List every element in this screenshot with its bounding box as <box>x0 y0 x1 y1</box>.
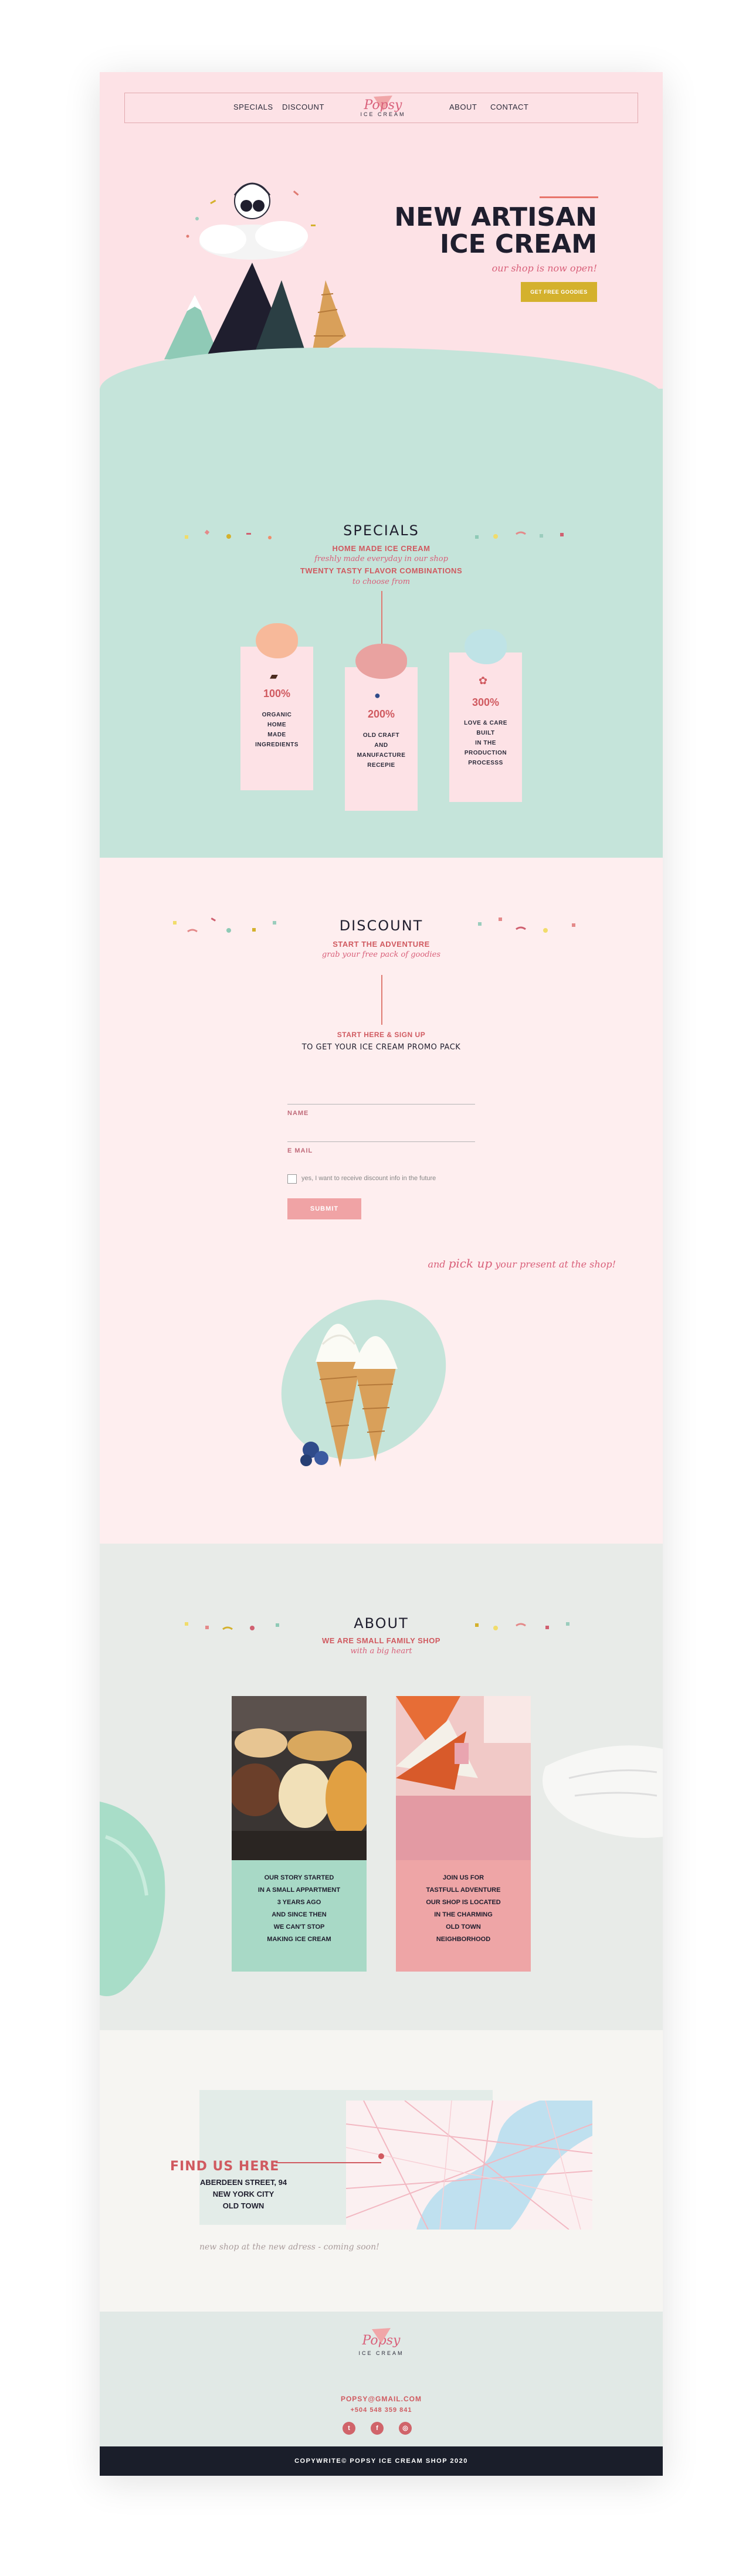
hero-title-line1: NEW ARTISAN <box>394 202 597 232</box>
discount-subtitle-script: grab your free pack of goodies <box>321 950 441 959</box>
hero-section: SPECIALS DISCOUNT ABOUT CONTACT Popsy IC… <box>100 72 663 418</box>
signup-subtitle: TO GET YOUR ICE CREAM PROMO PACK <box>301 1043 461 1052</box>
discount-section: DISCOUNT START THE ADVENTURE grab your f… <box>100 858 663 1544</box>
about-story-text: OUR STORY STARTED IN A SMALL APPARTMENT … <box>232 1860 367 1972</box>
city-map[interactable] <box>346 2101 592 2230</box>
about-card-join: JOIN US FOR TASTFULL ADVENTURE OUR SHOP … <box>396 1696 531 1972</box>
about-section: ABOUT WE ARE SMALL FAMILY SHOP with a bi… <box>100 1544 663 2030</box>
special-card-3: ✿ 300% LOVE & CARE BUILT IN THE PRODUCTI… <box>449 629 522 802</box>
scoop-strawberry <box>355 644 407 679</box>
blueberry-icon: ● <box>374 689 381 701</box>
pickup-note: and pick up your present at the shop! <box>428 1256 616 1270</box>
gelato-display-photo <box>232 1696 367 1860</box>
brand-name: Popsy <box>364 98 402 113</box>
specials-subtitle-script: freshly made everyday in our shop <box>314 555 448 563</box>
scoop-mint <box>465 629 507 664</box>
footer: Popsy ICE CREAM POPSY@GMAIL.COM +504 548… <box>100 2312 663 2446</box>
copyright-bar: COPYWRITE© POPSY ICE CREAM SHOP 2020 <box>100 2446 663 2476</box>
special-card-2: ● 200% OLD CRAFT AND MANUFACTURE RECEPIE <box>345 644 418 811</box>
mint-paint-swash <box>100 1802 165 1996</box>
specials-divider-line <box>381 591 382 644</box>
footer-logo[interactable]: Popsy ICE CREAM <box>355 2323 408 2356</box>
hero-illustration <box>164 182 346 359</box>
white-paint-swash <box>543 1745 663 1838</box>
special-pct-2: 200% <box>367 708 395 720</box>
checkbox-label: yes, I want to receive discount info in … <box>301 1175 436 1182</box>
hero-tagline: our shop is now open! <box>491 263 597 274</box>
specials-subtitle-red: HOME MADE ICE CREAM <box>332 544 430 553</box>
specials-subtitle2-script: to choose from <box>352 577 411 586</box>
about-join-text: JOIN US FOR TASTFULL ADVENTURE OUR SHOP … <box>396 1860 531 1972</box>
footer-email[interactable]: POPSY@GMAIL.COM <box>100 2395 663 2403</box>
shop-interior-photo <box>396 1696 531 1860</box>
special-text-1: ORGANIC HOME MADE INGREDIENTS <box>255 712 299 748</box>
hero-accent-line <box>540 196 598 198</box>
logo-cone-icon <box>372 2328 391 2343</box>
signup-title: START HERE & SIGN UP <box>337 1031 426 1039</box>
hero-title: NEW ARTISAN ICE CREAM <box>393 204 597 258</box>
about-card-story: OUR STORY STARTED IN A SMALL APPARTMENT … <box>232 1696 367 1972</box>
about-subtitle-red: WE ARE SMALL FAMILY SHOP <box>322 1636 440 1645</box>
nav-about[interactable]: ABOUT <box>449 103 477 111</box>
find-us-address: ABERDEEN STREET, 94 NEW YORK CITY OLD TO… <box>199 2178 287 2210</box>
discount-info-checkbox[interactable] <box>287 1174 297 1184</box>
scoop-peach <box>256 623 298 658</box>
facebook-icon[interactable]: f <box>371 2422 384 2435</box>
special-card-1: ▰ 100% ORGANIC HOME MADE INGREDIENTS <box>240 623 313 790</box>
specials-subtitle2-red: TWENTY TASTY FLAVOR COMBINATIONS <box>300 566 463 575</box>
footer-phone[interactable]: +504 548 359 841 <box>100 2407 663 2414</box>
discount-divider-line <box>381 975 382 1025</box>
leaf-icon: ✿ <box>479 675 488 687</box>
twitter-icon[interactable]: t <box>343 2422 355 2435</box>
submit-button[interactable]: SUBMIT <box>287 1198 361 1219</box>
specials-title: SPECIALS <box>343 522 419 539</box>
discount-subtitle-red: START THE ADVENTURE <box>333 940 430 949</box>
nav-contact[interactable]: CONTACT <box>490 103 528 111</box>
find-us-section: FIND US HERE ABERDEEN STREET, 94 NEW YOR… <box>100 2030 663 2312</box>
ice-cream-cones-illustration <box>281 1300 446 1467</box>
special-text-2: OLD CRAFT AND MANUFACTURE RECEPIE <box>357 732 406 769</box>
brand-logo[interactable]: Popsy ICE CREAM <box>357 94 409 137</box>
nav-specials[interactable]: SPECIALS <box>233 103 273 111</box>
about-subtitle-script: with a big heart <box>350 1647 412 1656</box>
get-free-goodies-button[interactable]: GET FREE GOODIES <box>521 282 597 302</box>
find-us-title: FIND US HERE <box>170 2159 280 2174</box>
landing-page: SPECIALS DISCOUNT ABOUT CONTACT Popsy IC… <box>100 72 663 2476</box>
name-label: NAME <box>287 1110 309 1117</box>
instagram-icon[interactable]: ◎ <box>399 2422 412 2435</box>
about-title: ABOUT <box>354 1615 409 1632</box>
special-text-3: LOVE & CARE BUILT IN THE PRODUCTION PROC… <box>464 720 507 766</box>
map-pointer-line <box>276 2162 381 2163</box>
map-note: new shop at the new adress - coming soon… <box>199 2242 379 2252</box>
nav-discount[interactable]: DISCOUNT <box>282 103 324 111</box>
email-label: E MAIL <box>287 1147 313 1154</box>
discount-title: DISCOUNT <box>339 917 423 934</box>
email-field[interactable] <box>287 1141 475 1142</box>
name-field[interactable] <box>287 1104 475 1105</box>
specials-section: SPECIALS HOME MADE ICE CREAM freshly mad… <box>100 389 663 858</box>
hero-title-line2: ICE CREAM <box>439 229 597 259</box>
footer-brand-sub: ICE CREAM <box>358 2350 404 2356</box>
special-pct-1: 100% <box>263 688 291 699</box>
special-pct-3: 300% <box>472 696 500 708</box>
chocolate-icon: ▰ <box>270 670 278 682</box>
